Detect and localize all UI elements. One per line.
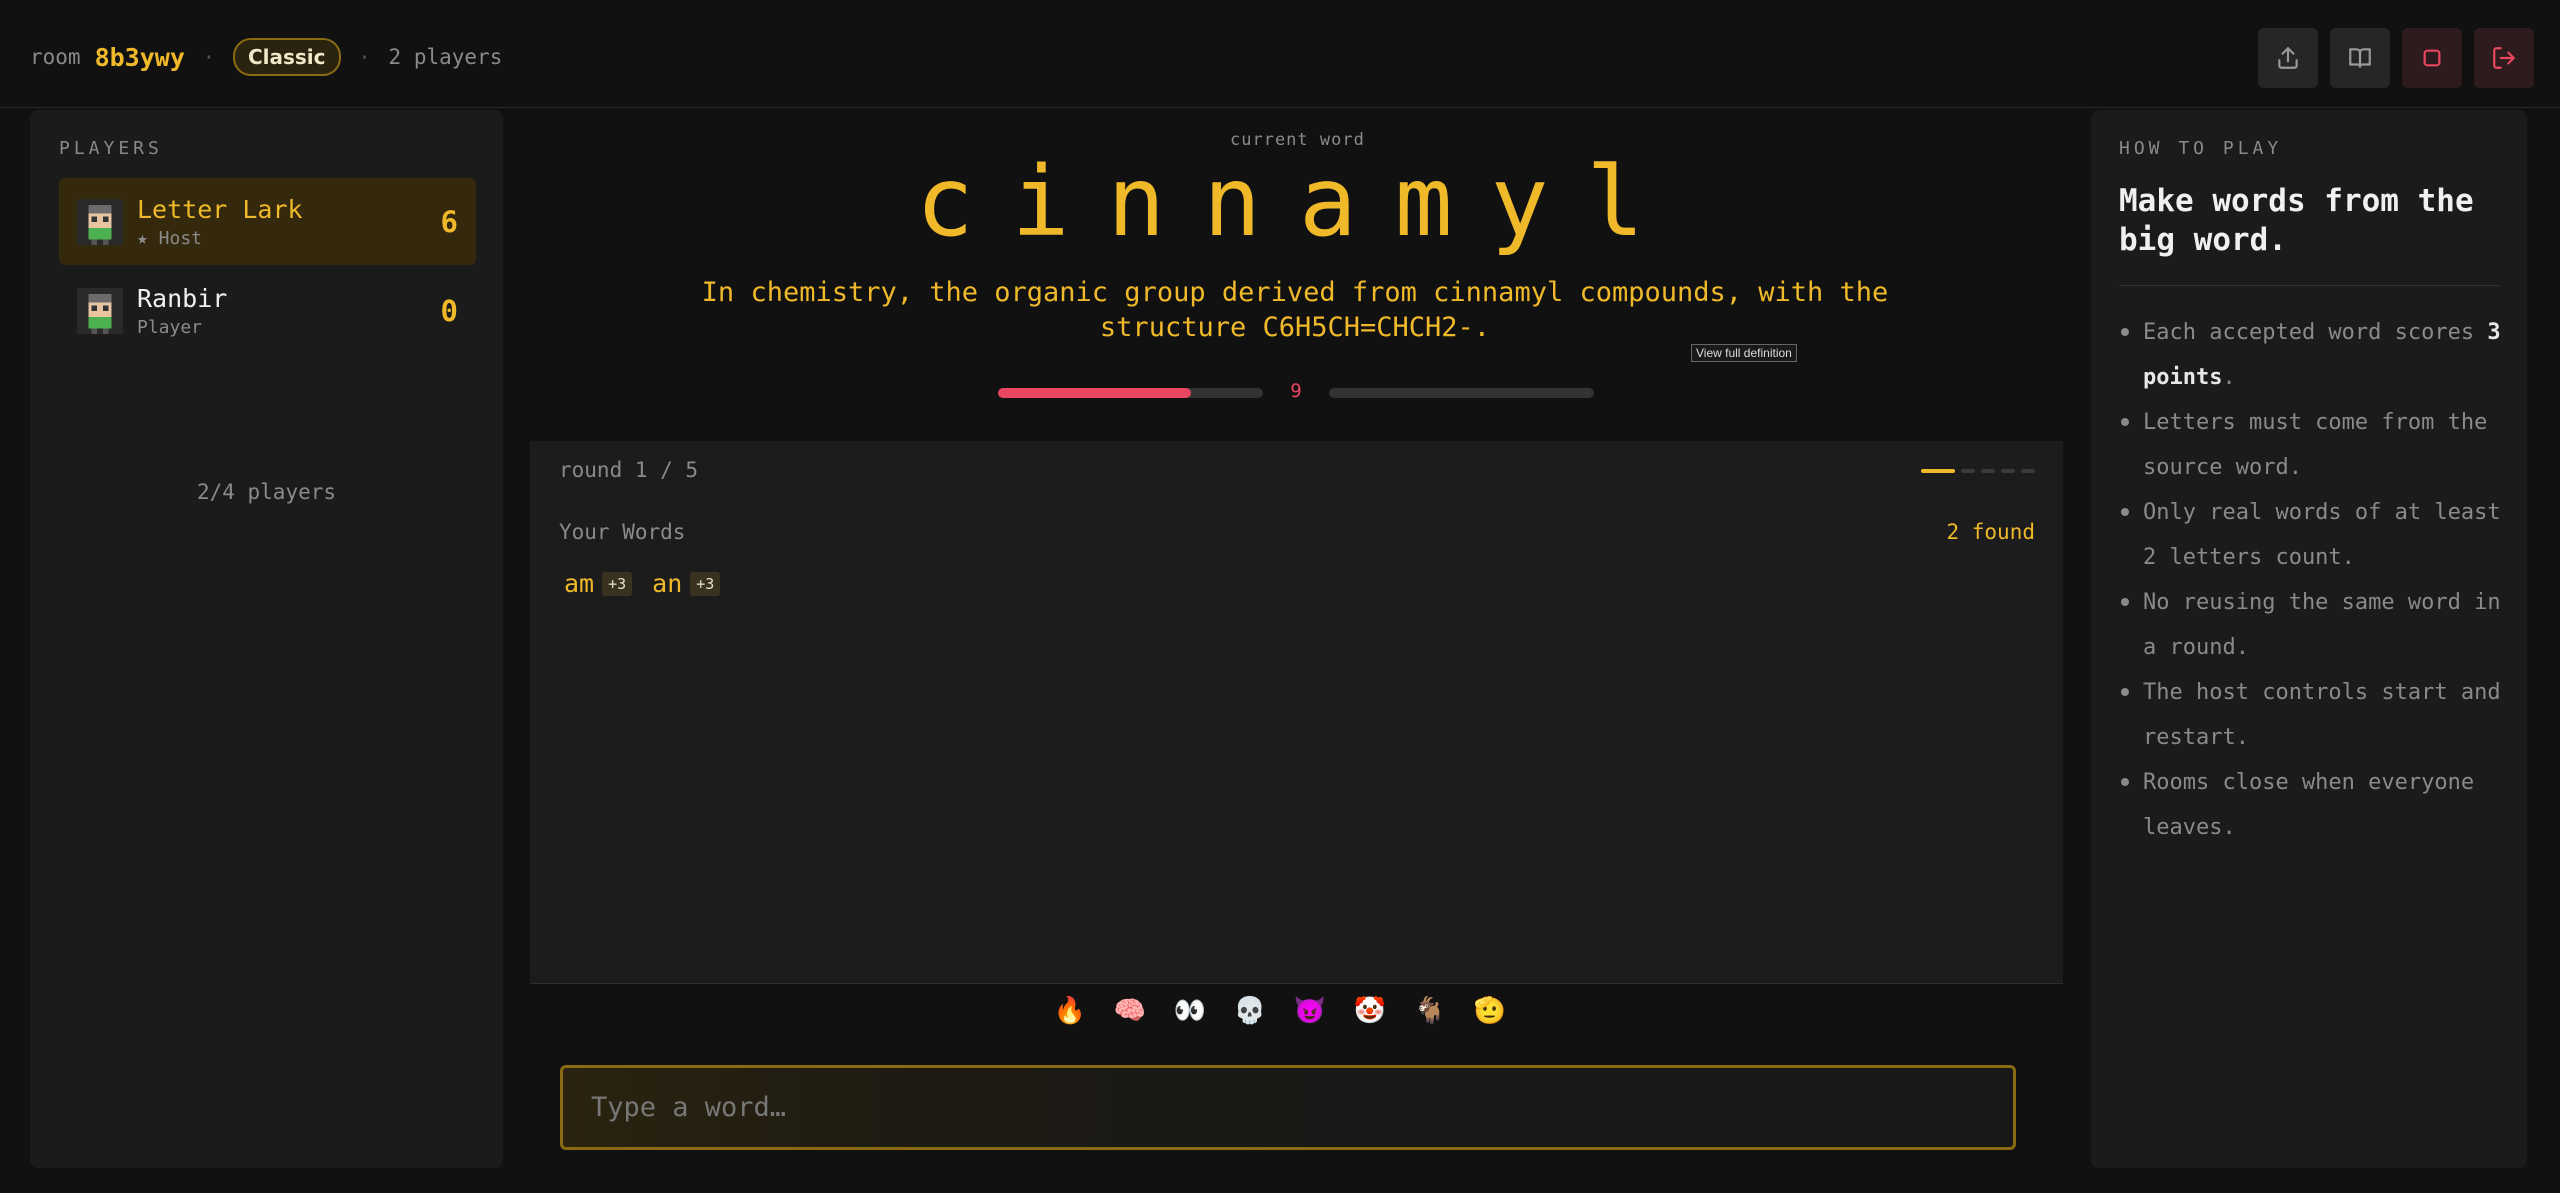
found-word-points: +3 [690, 571, 721, 596]
exit-icon [2493, 47, 2515, 69]
timer-fill [998, 388, 1192, 398]
how-to-play-title: HOW TO PLAY [2119, 138, 2283, 159]
share-button[interactable] [2258, 28, 2318, 88]
reaction-brain[interactable]: 🧠 [1113, 996, 1147, 1026]
round-label: round 1 / 5 [559, 458, 699, 482]
mode-badge: Classic [232, 38, 341, 76]
timer-bar-left [998, 388, 1263, 398]
view-full-definition-link[interactable]: View full definition [1691, 344, 1797, 362]
reaction-devil[interactable]: 😈 [1293, 996, 1327, 1026]
reaction-eyes[interactable]: 👀 [1173, 996, 1207, 1026]
found-word-text: am [564, 569, 595, 598]
rule-item: The host controls start and restart. [2119, 670, 2509, 760]
reaction-goat[interactable]: 🐐 [1413, 996, 1447, 1026]
how-to-play-panel: HOW TO PLAY Make words from the big word… [2091, 110, 2527, 1168]
player-name: Ranbir [137, 283, 228, 313]
word-definition: In chemistry, the organic group derived … [701, 277, 1889, 343]
round-dot [1981, 469, 1995, 473]
round-progress [1921, 469, 2035, 473]
found-word-points: +3 [602, 571, 633, 596]
round-area: round 1 / 5 Your Words 2 found am +3 an … [530, 441, 2063, 984]
round-dot [2001, 469, 2015, 473]
player-count: 2 players [388, 45, 503, 69]
room-info: room 8b3ywy · Classic · 2 players [30, 37, 502, 77]
your-words-title: Your Words [559, 520, 686, 544]
rule-item: No reusing the same word in a round. [2119, 580, 2509, 670]
round-dot [2021, 469, 2035, 473]
round-dot [1921, 469, 1955, 473]
reaction-clown[interactable]: 🤡 [1353, 996, 1387, 1026]
divider [2119, 285, 2499, 286]
reaction-skull[interactable]: 💀 [1233, 996, 1267, 1026]
word-input[interactable] [560, 1065, 2016, 1150]
room-label: room [30, 45, 81, 69]
room-code: 8b3ywy [94, 42, 185, 72]
rule-item: Only real words of at least 2 letters co… [2119, 490, 2509, 580]
reaction-salute[interactable]: 🫡 [1473, 996, 1507, 1026]
player-score: 0 [440, 293, 458, 328]
found-word-text: an [652, 569, 683, 598]
found-words-list: am +3 an +3 [564, 569, 721, 598]
found-word: am +3 [564, 569, 633, 598]
rules-list: Each accepted word scores 3 points. Lett… [2119, 310, 2509, 850]
player-row: Ranbir Player 0 [59, 267, 476, 354]
found-word: an +3 [652, 569, 721, 598]
how-to-play-headline: Make words from the big word. [2119, 183, 2474, 258]
share-icon [2278, 47, 2298, 69]
header-actions [2258, 28, 2534, 88]
current-word-text: cinnamyl [915, 146, 1683, 258]
stop-game-button[interactable] [2402, 28, 2462, 88]
rule-text-end: . [2222, 365, 2236, 390]
timer-seconds: 9 [1290, 380, 1302, 402]
reaction-fire[interactable]: 🔥 [1053, 996, 1087, 1026]
rule-text: Each accepted word scores [2143, 320, 2488, 345]
player-capacity: 2/4 players [196, 480, 337, 504]
leave-room-button[interactable] [2474, 28, 2534, 88]
avatar [77, 287, 123, 334]
separator: · [358, 45, 371, 69]
player-role: Player [137, 316, 203, 338]
rules-book-button[interactable] [2330, 28, 2390, 88]
found-count: 2 found [1946, 520, 2035, 544]
stop-icon [2423, 49, 2441, 67]
round-dot [1961, 469, 1975, 473]
separator: · [202, 45, 215, 69]
timer-bar-right [1329, 388, 1594, 398]
top-bar: room 8b3ywy · Classic · 2 players [0, 0, 2560, 108]
rule-item: Letters must come from the source word. [2119, 400, 2509, 490]
rule-item: Rooms close when everyone leaves. [2119, 760, 2509, 850]
rule-item: Each accepted word scores 3 points. [2119, 310, 2509, 400]
book-icon [2349, 48, 2371, 68]
player-info: Ranbir Player [137, 284, 227, 338]
